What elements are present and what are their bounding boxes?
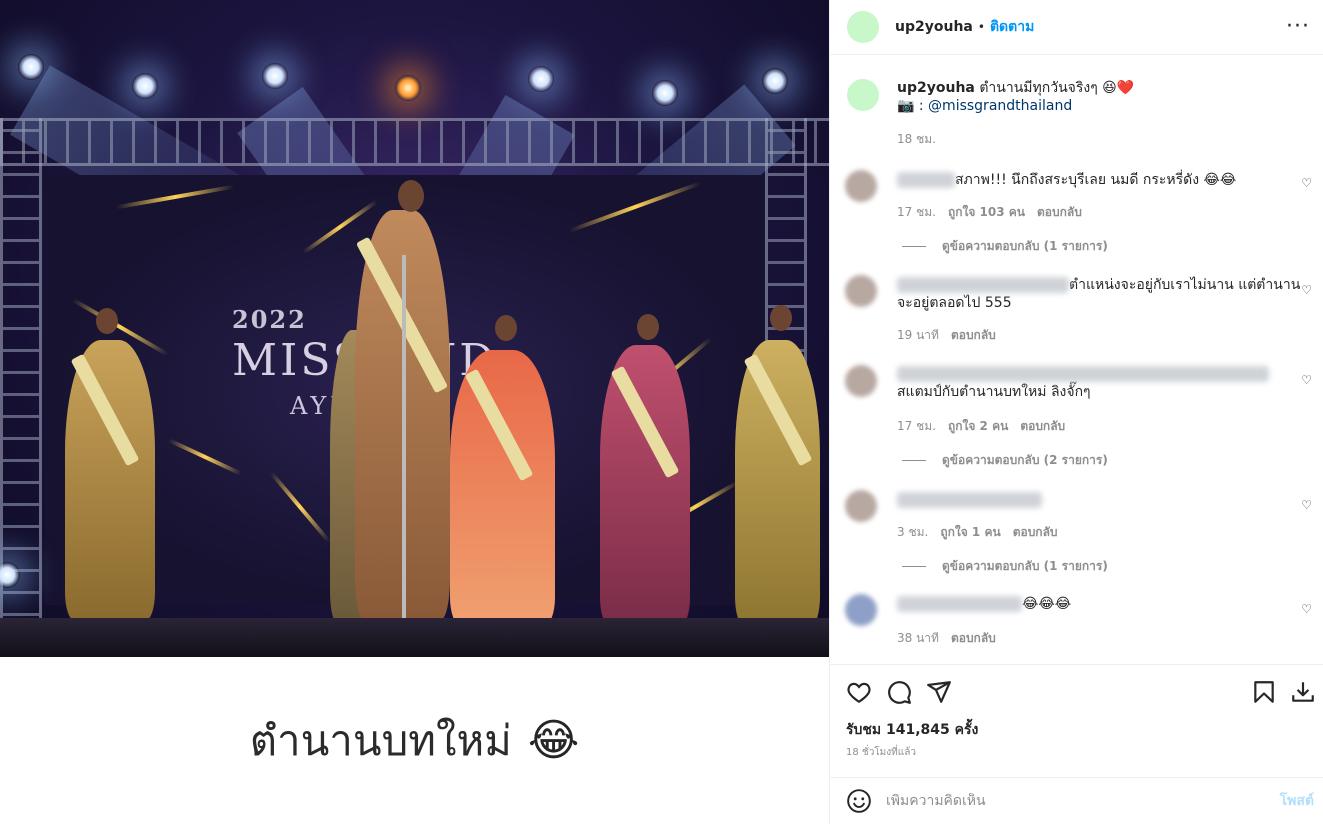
view-replies-button[interactable]: ดูข้อความตอบกลับ (1 รายการ)	[902, 237, 1108, 256]
blurred-username	[897, 172, 955, 188]
comment-input[interactable]	[886, 793, 1246, 809]
add-comment-bar: โพสต์	[830, 777, 1323, 824]
comment-time: 3 ชม.	[897, 525, 929, 539]
bookmark-icon[interactable]	[1251, 679, 1277, 705]
view-replies-button[interactable]: ดูข้อความตอบกลับ (1 รายการ)	[902, 557, 1108, 576]
reply-button[interactable]: ตอบกลับ	[951, 326, 996, 345]
comment-likes[interactable]: ถูกใจ 103 คน	[948, 203, 1025, 222]
separator-dot: •	[977, 20, 985, 34]
post-comment-button[interactable]: โพสต์	[1280, 790, 1314, 812]
contestant-figure	[600, 345, 690, 625]
like-comment-heart-icon[interactable]: ♡	[1301, 176, 1312, 190]
blurred-username	[897, 366, 1269, 382]
post-time-ago[interactable]: 18 ชั่วโมงที่แล้ว	[846, 745, 916, 760]
blurred-comment	[897, 492, 1042, 508]
comment-text: 😂😂😂	[1022, 596, 1072, 612]
comment-likes[interactable]: ถูกใจ 1 คน	[940, 523, 1000, 542]
stage-photo: 2022 MISS AND AYUT	[0, 0, 829, 657]
caption-username[interactable]: up2youha	[897, 80, 975, 96]
blurred-username	[897, 277, 1069, 293]
comment-icon[interactable]	[886, 679, 912, 705]
like-comment-heart-icon[interactable]: ♡	[1301, 283, 1312, 297]
reply-button[interactable]: ตอบกลับ	[1013, 523, 1058, 542]
comment-text: สแตมป์กับตำนานบทใหม่ ลิงจั๊กๆ	[897, 384, 1091, 400]
screen-year: 2022	[232, 305, 307, 334]
share-icon[interactable]	[926, 679, 952, 705]
like-comment-heart-icon[interactable]: ♡	[1301, 498, 1312, 512]
avatar[interactable]	[847, 79, 879, 111]
caption-tag-link[interactable]: : @missgrandthailand	[919, 98, 1072, 114]
comment-likes[interactable]: ถูกใจ 2 คน	[948, 417, 1008, 436]
download-icon[interactable]	[1290, 679, 1316, 705]
like-comment-heart-icon[interactable]: ♡	[1301, 373, 1312, 387]
reply-button[interactable]: ตอบกลับ	[1020, 417, 1065, 436]
caption-text: ตำนานมีทุกวันจริงๆ 😆❤️	[979, 80, 1135, 96]
camera-icon: 📷	[897, 98, 915, 114]
view-count: รับชม 141,845 ครั้ง	[846, 722, 979, 738]
comment-text-continued: จะอยู่ตลอดไป 555	[897, 295, 1012, 311]
contestant-figure	[450, 350, 555, 625]
microphone-stand	[402, 255, 406, 625]
avatar[interactable]	[845, 490, 877, 522]
post-actions: รับชม 141,845 ครั้ง 18 ชั่วโมงที่แล้ว	[830, 664, 1323, 784]
image-caption-text: ตำนานบทใหม่	[249, 715, 512, 765]
avatar[interactable]	[845, 170, 877, 202]
contestant-figure	[65, 340, 155, 620]
follow-button[interactable]: ติดตาม	[990, 16, 1034, 38]
post-media: 2022 MISS AND AYUT ตำนานบทใหม	[0, 0, 829, 824]
reply-button[interactable]: ตอบกลับ	[1037, 203, 1082, 222]
more-options-icon[interactable]: ···	[1286, 14, 1310, 39]
laughing-emoji-icon: 😂	[527, 715, 580, 766]
comment-time: 17 ชม.	[897, 205, 936, 219]
view-replies-button[interactable]: ดูข้อความตอบกลับ (2 รายการ)	[902, 451, 1108, 470]
header-username[interactable]: up2youha	[895, 19, 973, 35]
comment-time: 19 นาที	[897, 328, 939, 342]
comment-time: 38 นาที	[897, 631, 939, 645]
blurred-username	[897, 596, 1022, 612]
contestant-figure	[735, 340, 820, 625]
avatar[interactable]	[845, 365, 877, 397]
heart-icon[interactable]	[846, 679, 872, 705]
reply-button[interactable]: ตอบกลับ	[951, 629, 996, 648]
like-comment-heart-icon[interactable]: ♡	[1301, 602, 1312, 616]
comment-time: 17 ชม.	[897, 419, 936, 433]
caption-time: 18 ชม.	[897, 132, 936, 146]
avatar[interactable]	[845, 275, 877, 307]
comment-text: ตำแหน่งจะอยู่กับเราไม่นาน แต่ตำนาน	[1069, 277, 1301, 293]
avatar[interactable]	[845, 594, 877, 626]
post-sidebar: up2youha • ติดตาม ··· up2youha ตำนานมีทุ…	[829, 0, 1323, 824]
emoji-icon[interactable]	[846, 788, 872, 814]
comment-text: สภาพ!!! นึกถึงสระบุรีเลย นมดี กระหรี่ดัง…	[955, 172, 1237, 188]
avatar[interactable]	[847, 11, 879, 43]
image-caption: ตำนานบทใหม่ 😂	[0, 657, 829, 824]
post-header: up2youha • ติดตาม ···	[830, 0, 1323, 55]
